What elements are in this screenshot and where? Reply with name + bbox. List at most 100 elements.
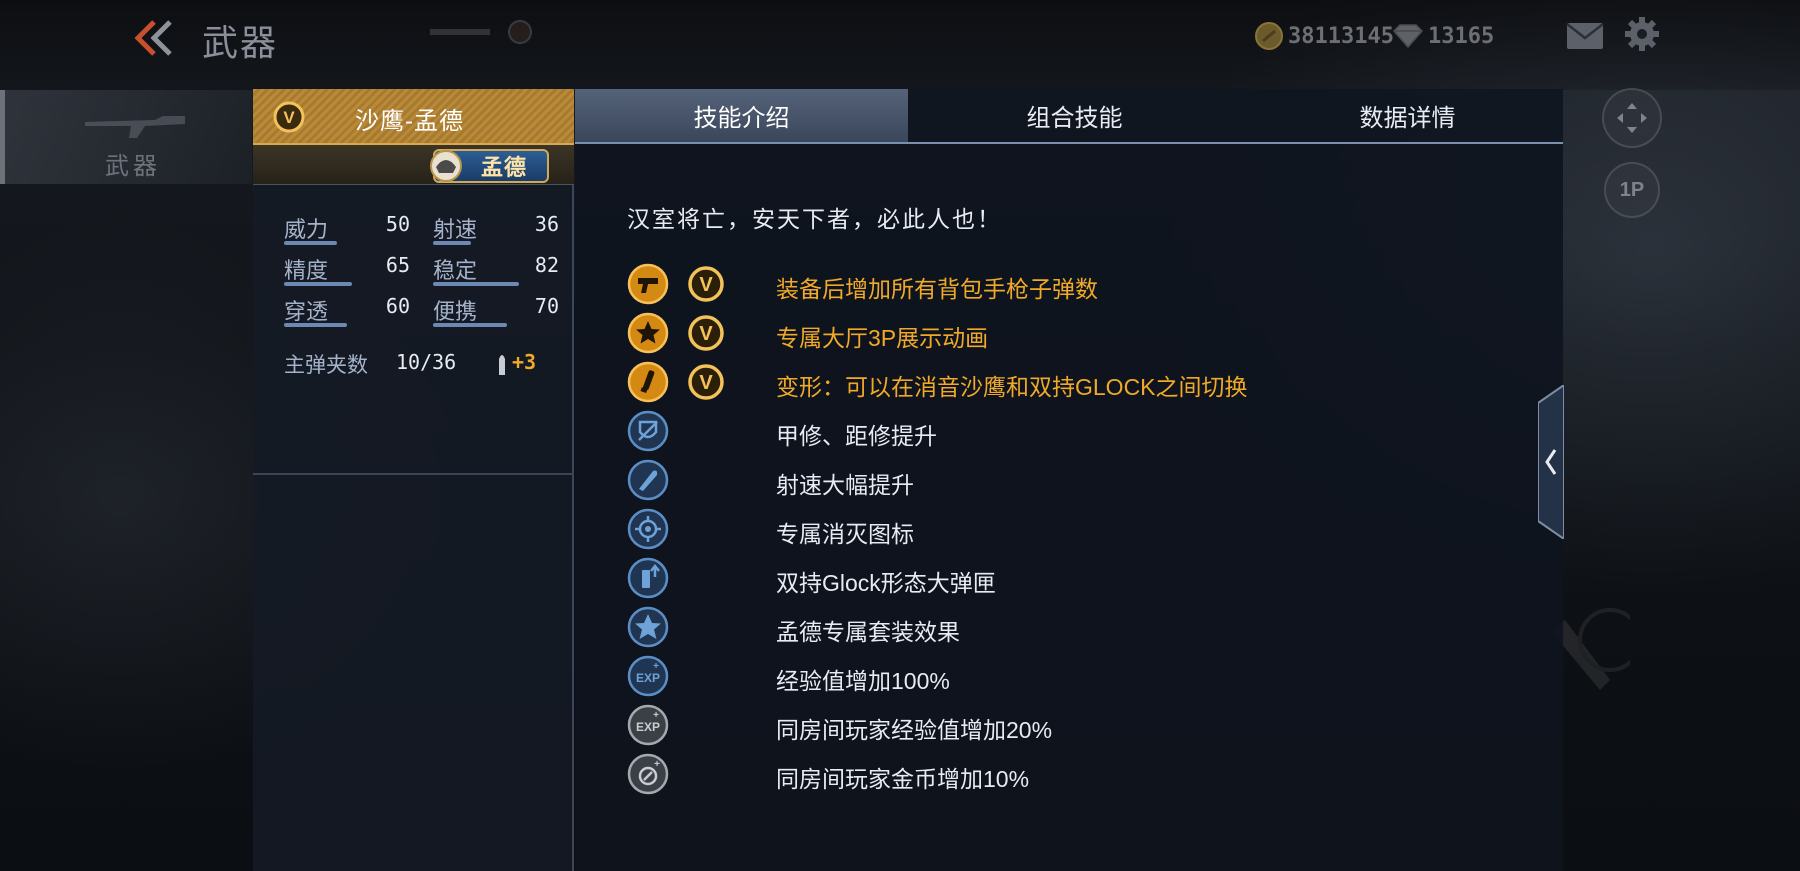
skill-text: 专属消灭图标 xyxy=(776,521,914,547)
stat-label: 穿透 xyxy=(284,299,329,324)
weapon-header: V 沙鹰-孟德 xyxy=(253,89,574,145)
skill-text: 专属大厅3P展示动画 xyxy=(776,325,989,351)
stat-value: 50 xyxy=(385,212,410,236)
back-arrow-icon[interactable] xyxy=(130,18,176,58)
skill-item: 专属消灭图标 xyxy=(627,504,1527,553)
mail-icon[interactable] xyxy=(1566,22,1604,50)
exp-icon: EXP+ xyxy=(627,655,669,697)
ammo-label: 主弹夹数 xyxy=(284,354,368,377)
skill-text: 射速大幅提升 xyxy=(776,472,914,498)
stat-value: 82 xyxy=(534,253,559,277)
sidebar-item-weapons[interactable]: 武器 xyxy=(0,90,252,184)
vip-v-icon: V xyxy=(688,315,724,351)
gold-amount: 38113145 xyxy=(1288,23,1394,49)
helmet-emblem-icon xyxy=(430,150,462,182)
skill-text: 双持Glock形态大弹匣 xyxy=(776,570,996,596)
bullet-speed-icon xyxy=(627,459,669,501)
set-star-icon xyxy=(627,606,669,648)
stat-item: 威力 50 xyxy=(284,212,414,248)
weapon-name: 沙鹰-孟德 xyxy=(355,108,464,135)
stat-item: 射速 36 xyxy=(433,212,563,248)
magazine-up-icon xyxy=(627,557,669,599)
svg-text:V: V xyxy=(699,372,713,394)
collapse-panel-arrow-icon[interactable] xyxy=(1538,385,1564,539)
skill-text: 同房间玩家金币增加10% xyxy=(776,766,1030,792)
page-title: 武器 xyxy=(202,22,279,63)
diamond-amount: 13165 xyxy=(1428,23,1495,49)
stat-bar xyxy=(284,282,352,286)
svg-text:V: V xyxy=(699,323,713,345)
diamond-icon xyxy=(1392,24,1424,49)
weapon-detail-panel: V 沙鹰-孟德 孟德 威力 50 射速 36 精度 65 稳定 82 穿透 60 便携 70 主弹夹数… xyxy=(253,89,1563,871)
stat-label: 精度 xyxy=(284,258,329,283)
skill-item: V 装备后增加所有背包手枪子弹数 xyxy=(627,259,1527,308)
view-toggle-button[interactable]: 1P xyxy=(1604,162,1660,218)
skill-item: EXP + 经验值增加100% xyxy=(627,651,1527,700)
bullet-icon xyxy=(499,355,505,375)
stat-bar xyxy=(433,323,507,327)
stat-item: 稳定 82 xyxy=(433,253,563,289)
kill-mark-icon xyxy=(627,508,669,550)
stat-label: 稳定 xyxy=(433,258,478,283)
view-label: 1P xyxy=(1619,178,1645,201)
skill-text: 经验值增加100% xyxy=(776,668,950,694)
top-bar: 武器 38113145 13165 xyxy=(0,0,1800,76)
stat-item: 穿透 60 xyxy=(284,294,414,330)
svg-text:V: V xyxy=(699,274,713,296)
skill-intro-content: 汉室将亡，安天下者，必此人也！ V 装备后增加所有背包手枪子弹数 V 专属大厅3P展示… xyxy=(575,144,1563,871)
stat-label: 威力 xyxy=(284,217,329,242)
weapon-quote: 汉室将亡，安天下者，必此人也！ xyxy=(627,206,1002,232)
stat-value: 65 xyxy=(385,253,410,277)
skill-list: V 装备后增加所有背包手枪子弹数 V 专属大厅3P展示动画 V 变形：可以在消音沙鹰和双持… xyxy=(627,259,1527,798)
skill-text: 孟德专属套装效果 xyxy=(776,619,960,645)
rifle-icon xyxy=(85,116,185,138)
svg-text:+: + xyxy=(653,710,659,721)
room-exp-icon: EXP+ xyxy=(627,704,669,746)
stat-bar xyxy=(284,323,347,327)
vip-v-icon: V xyxy=(688,266,724,302)
gamepad-icon xyxy=(1617,103,1647,133)
skill-item: 射速大幅提升 xyxy=(627,455,1527,504)
star-icon xyxy=(627,312,669,354)
weapon-tag-text: 孟德 xyxy=(480,155,527,180)
skill-text: 变形：可以在消音沙鹰和双持GLOCK之间切换 xyxy=(776,374,1248,400)
weapon-info-column: V 沙鹰-孟德 孟德 威力 50 射速 36 精度 65 稳定 82 穿透 60 便携 70 主弹夹数… xyxy=(253,89,574,871)
divider xyxy=(253,473,574,475)
skill-item: + 同房间玩家金币增加10% xyxy=(627,749,1527,798)
ammo-bonus: +3 xyxy=(512,350,537,374)
svg-text:EXP: EXP xyxy=(636,671,660,685)
skill-item: 双持Glock形态大弹匣 xyxy=(627,553,1527,602)
tab-skill-intro[interactable]: 技能介绍 xyxy=(575,89,908,142)
stat-item: 便携 70 xyxy=(433,294,563,330)
svg-text:EXP: EXP xyxy=(636,720,660,734)
decoration-icon xyxy=(430,20,532,44)
skill-item: EXP + 同房间玩家经验值增加20% xyxy=(627,700,1527,749)
vip-v-icon: V xyxy=(688,364,724,400)
skill-item: 孟德专属套装效果 xyxy=(627,602,1527,651)
stat-value: 60 xyxy=(385,294,410,318)
stat-bar xyxy=(433,241,471,245)
ammo-value: 10/36 xyxy=(396,350,457,374)
room-coin-icon: + xyxy=(627,753,669,795)
tab-data-details[interactable]: 数据详情 xyxy=(1241,89,1574,142)
sidebar-item-label: 武器 xyxy=(105,153,161,180)
skill-item: 甲修、距修提升 xyxy=(627,406,1527,455)
skill-item: V 专属大厅3P展示动画 xyxy=(627,308,1527,357)
gamepad-button[interactable] xyxy=(1602,88,1662,148)
stat-bar xyxy=(433,282,519,286)
gold-coin-icon xyxy=(1255,22,1283,50)
svg-text:V: V xyxy=(283,108,295,127)
tab-combo-skills[interactable]: 组合技能 xyxy=(908,89,1241,142)
stat-item: 精度 65 xyxy=(284,253,414,289)
stat-label: 便携 xyxy=(433,299,478,324)
ammo-row: 主弹夹数 10/36 +3 xyxy=(284,349,554,379)
skill-text: 甲修、距修提升 xyxy=(776,423,937,449)
svg-text:+: + xyxy=(653,661,659,672)
vip-v-icon: V xyxy=(273,101,305,133)
skill-text: 同房间玩家经验值增加20% xyxy=(776,717,1053,743)
pistol-icon xyxy=(627,263,669,305)
weapon-tag-row: 孟德 xyxy=(253,145,574,185)
gear-icon[interactable] xyxy=(1624,16,1660,52)
stat-label: 射速 xyxy=(433,217,478,242)
armor-repair-icon xyxy=(627,410,669,452)
